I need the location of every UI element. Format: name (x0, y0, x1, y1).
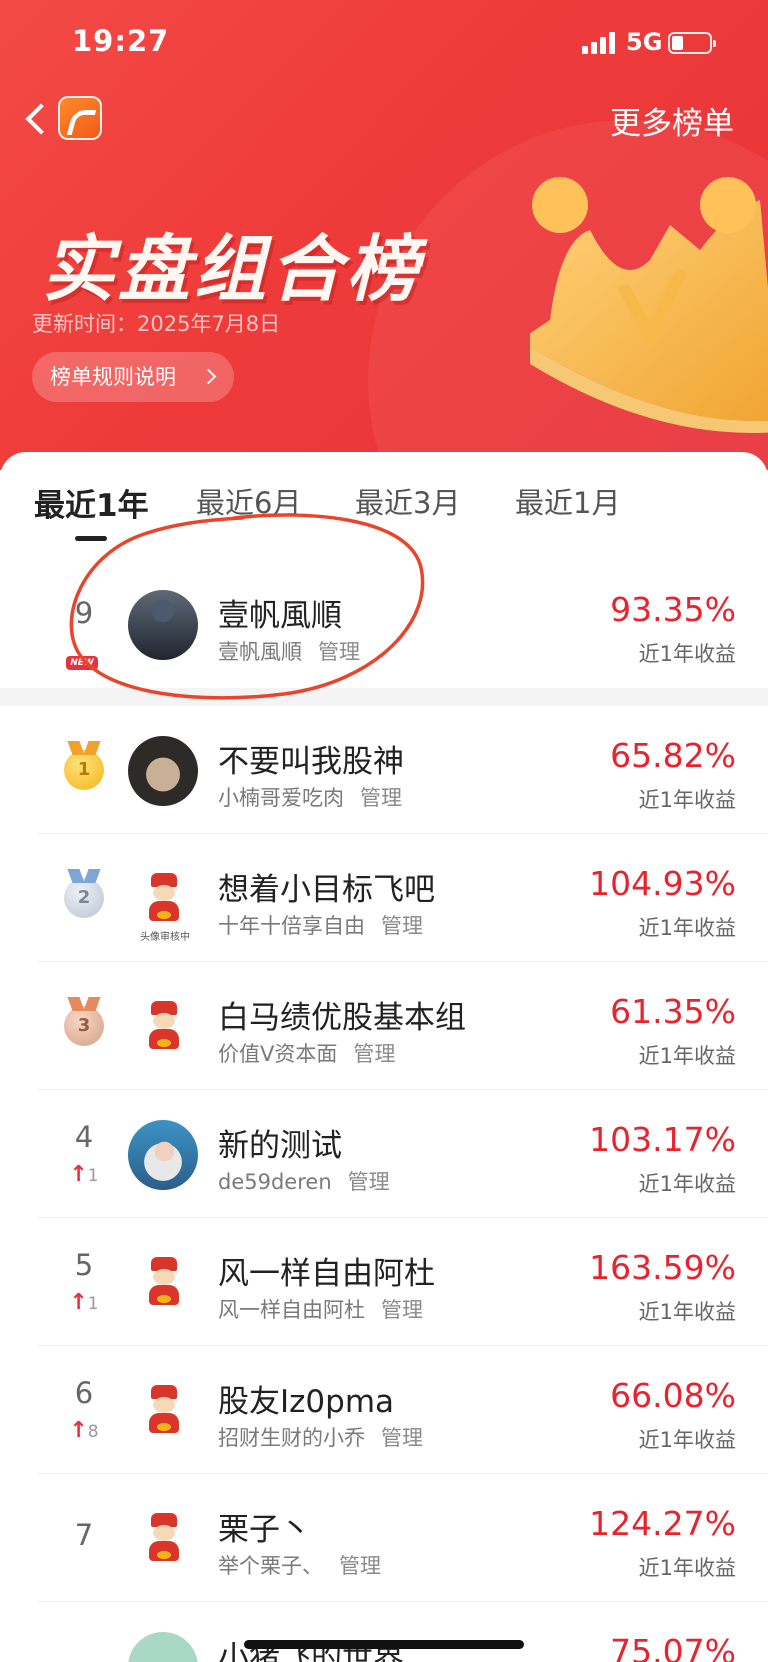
app-logo-icon[interactable] (58, 96, 102, 140)
return-value: 103.17% (589, 1120, 736, 1159)
owner-line: 壹帆風順 管理 (218, 636, 360, 666)
portfolio-name: 壹帆風順 (218, 598, 342, 634)
return-label: 近1年收益 (638, 1300, 736, 1324)
manage-label: 管理 (318, 640, 360, 664)
avatar[interactable] (128, 590, 198, 660)
tab-1-month[interactable]: 最近1月 (515, 480, 620, 522)
owner-line: de59deren 管理 (218, 1166, 390, 1196)
tab-3-months[interactable]: 最近3月 (355, 480, 460, 522)
return-value: 104.93% (589, 864, 736, 903)
status-time: 19:27 (72, 24, 170, 58)
return-label: 近1年收益 (638, 916, 736, 940)
owner-name: 举个栗子、 (218, 1554, 323, 1578)
owner-line: 风一样自由阿杜 管理 (218, 1294, 423, 1324)
manage-label: 管理 (347, 1170, 390, 1194)
manage-label: 管理 (381, 1426, 423, 1450)
signal-icon (582, 32, 618, 54)
rules-button-label: 榜单规则说明 (50, 365, 176, 389)
avatar[interactable] (128, 864, 198, 934)
avatar[interactable] (128, 1120, 198, 1190)
avatar[interactable] (128, 1248, 198, 1318)
bronze-medal-icon: 3 (64, 1006, 104, 1046)
ranking-row[interactable]: 4 ↑1 新的测试 de59deren 管理 103.17% 近1年收益 (0, 1090, 768, 1218)
period-tabs: 最近1年 最近6月 最近3月 最近1月 (0, 452, 768, 560)
return-value: 66.08% (610, 1376, 736, 1415)
return-value: 93.35% (610, 590, 736, 629)
ranking-row[interactable]: 1 不要叫我股神 小楠哥爱吃肉 管理 65.82% 近1年收益 (0, 706, 768, 834)
chevron-right-icon (200, 368, 217, 385)
ranking-row[interactable]: 7 栗子丶 举个栗子、 管理 124.27% 近1年收益 (0, 1474, 768, 1602)
ranking-row[interactable]: 2 头像审核中 想着小目标飞吧 十年十倍享自由 管理 104.93% 近1年收益 (0, 834, 768, 962)
ranking-row[interactable]: 3 白马绩优股基本组 价值V资本面 管理 61.35% 近1年收益 (0, 962, 768, 1090)
section-divider (0, 688, 768, 706)
tab-6-months[interactable]: 最近6月 (196, 480, 301, 522)
portfolio-name: 想着小目标飞吧 (218, 872, 435, 908)
portfolio-name: 股友Iz0pma (218, 1384, 395, 1420)
manage-label: 管理 (381, 1298, 423, 1322)
ranking-card: 最近1年 最近6月 最近3月 最近1月 9 NEW 壹帆風順 壹帆風順 管理 93… (0, 452, 768, 1662)
portfolio-name: 不要叫我股神 (218, 744, 404, 780)
portfolio-name: 风一样自由阿杜 (218, 1256, 435, 1292)
arrow-up-icon: ↑ (69, 1290, 88, 1315)
owner-name: 小楠哥爱吃肉 (218, 786, 344, 810)
rules-button[interactable]: 榜单规则说明 (32, 352, 234, 402)
ranking-row[interactable]: 5 ↑1 风一样自由阿杜 风一样自由阿杜 管理 163.59% 近1年收益 (0, 1218, 768, 1346)
network-label: 5G (626, 28, 663, 56)
manage-label: 管理 (353, 1042, 396, 1066)
portfolio-name: 新的测试 (218, 1128, 342, 1164)
owner-name: 十年十倍享自由 (218, 914, 365, 938)
portfolio-name: 白马绩优股基本组 (218, 1000, 466, 1036)
manage-label: 管理 (381, 914, 423, 938)
tab-1-year[interactable]: 最近1年 (34, 480, 149, 525)
return-label: 近1年收益 (638, 1428, 736, 1452)
avatar[interactable] (128, 1632, 198, 1662)
return-value: 75.07% (610, 1632, 736, 1662)
owner-line: 小楠哥爱吃肉 管理 (218, 782, 402, 812)
return-value: 163.59% (589, 1248, 736, 1287)
arrow-up-icon: ↑ (69, 1162, 88, 1187)
manage-label: 管理 (360, 786, 402, 810)
manage-label: 管理 (339, 1554, 381, 1578)
hero-banner: 19:27 5G 更多榜单 实盘组合榜 更新时间：2025年7月8日 榜单规则说… (0, 0, 768, 470)
avatar[interactable] (128, 1376, 198, 1446)
arrow-up-icon: ↑ (69, 1418, 88, 1443)
ranking-row[interactable]: 小猪飞的世界 75.07% (0, 1602, 768, 1662)
owner-line: 价值V资本面 管理 (218, 1038, 395, 1068)
portfolio-name: 栗子丶 (218, 1512, 311, 1548)
owner-name: 壹帆風順 (218, 640, 302, 664)
owner-line: 十年十倍享自由 管理 (218, 910, 423, 940)
page-title: 实盘组合榜 (42, 227, 423, 311)
return-label: 近1年收益 (638, 1172, 736, 1196)
back-icon[interactable] (22, 98, 52, 138)
owner-name: 招财生财的小乔 (218, 1426, 365, 1450)
status-bar: 19:27 5G (0, 0, 768, 88)
more-lists-link[interactable]: 更多榜单 (610, 98, 734, 143)
owner-line: 举个栗子、 管理 (218, 1550, 381, 1580)
avatar[interactable] (128, 1504, 198, 1574)
owner-name: 价值V资本面 (218, 1042, 338, 1066)
return-value: 61.35% (610, 992, 736, 1031)
owner-name: 风一样自由阿杜 (218, 1298, 365, 1322)
avatar[interactable] (128, 992, 198, 1062)
return-value: 124.27% (589, 1504, 736, 1543)
home-indicator (244, 1640, 524, 1649)
update-time: 更新时间：2025年7月8日 (32, 312, 281, 336)
gold-medal-icon: 1 (64, 750, 104, 790)
tab-active-indicator (75, 536, 107, 541)
ranking-row[interactable]: 6 ↑8 股友Iz0pma 招财生财的小乔 管理 66.08% 近1年收益 (0, 1346, 768, 1474)
avatar-caption: 头像审核中 (140, 932, 190, 943)
return-value: 65.82% (610, 736, 736, 775)
owner-name: de59deren (218, 1170, 332, 1194)
owner-line: 招财生财的小乔 管理 (218, 1422, 423, 1452)
return-label: 近1年收益 (638, 1556, 736, 1580)
silver-medal-icon: 2 (64, 878, 104, 918)
return-label: 近1年收益 (638, 1044, 736, 1068)
my-portfolio-row[interactable]: 9 NEW 壹帆風順 壹帆風順 管理 93.35% 近1年收益 (0, 560, 768, 688)
return-label: 近1年收益 (638, 642, 736, 666)
avatar[interactable] (128, 736, 198, 806)
battery-icon (668, 32, 716, 54)
return-label: 近1年收益 (638, 788, 736, 812)
crown-icon (530, 177, 768, 433)
new-badge: NEW (66, 656, 98, 670)
